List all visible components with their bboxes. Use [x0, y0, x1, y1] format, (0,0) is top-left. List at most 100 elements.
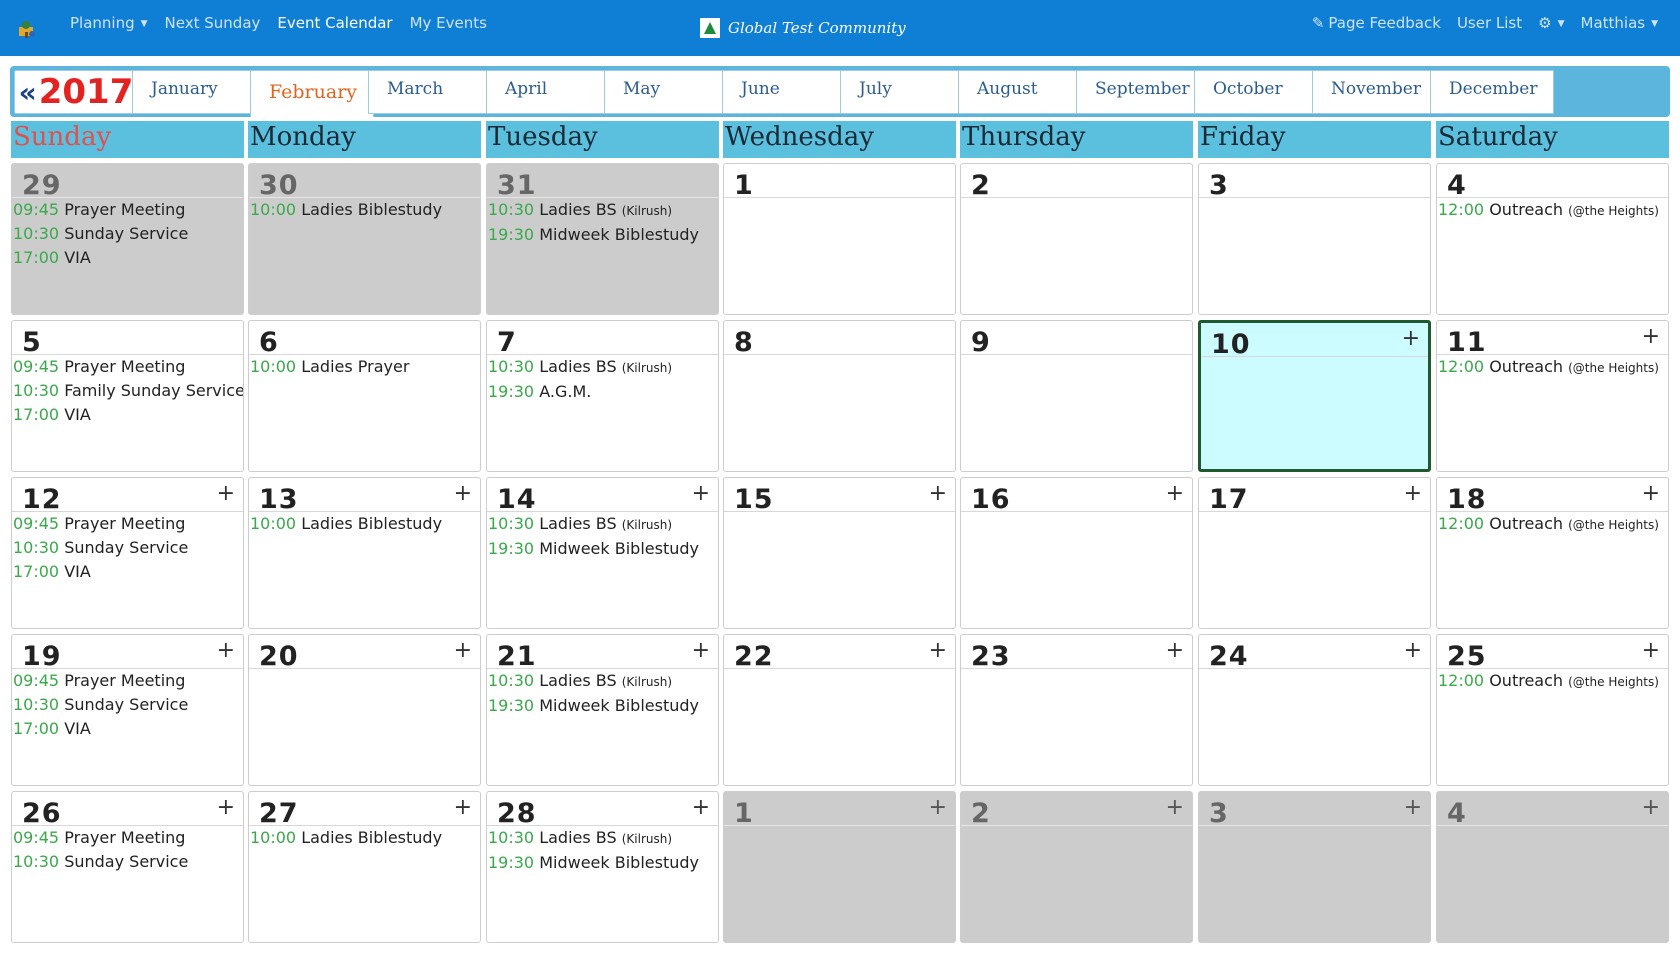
page-feedback-link[interactable]: ✎ Page Feedback	[1312, 14, 1441, 32]
nav-my-events[interactable]: My Events	[410, 14, 487, 32]
calendar-day[interactable]: 9	[960, 320, 1193, 472]
calendar-day[interactable]: 23 +	[960, 634, 1193, 786]
calendar-day[interactable]: 28 +10:30 Ladies BS (Kilrush) 19:30 Midwee…	[486, 791, 719, 943]
calendar-day-today[interactable]: 10 +	[1198, 320, 1431, 472]
calendar-day[interactable]: 18 +12:00 Outreach (@the Heights)	[1436, 477, 1669, 629]
calendar-day[interactable]: 8	[723, 320, 956, 472]
tab-february[interactable]: February	[250, 70, 374, 117]
event-item[interactable]: 12:00 Outreach (@the Heights)	[1438, 198, 1668, 223]
tab-august[interactable]: August	[958, 70, 1082, 114]
calendar-day[interactable]: 14 +10:30 Ladies BS (Kilrush) 19:30 Midwee…	[486, 477, 719, 629]
calendar-day[interactable]: 21 +10:30 Ladies BS (Kilrush) 19:30 Midwee…	[486, 634, 719, 786]
add-event-icon[interactable]: +	[454, 638, 472, 663]
nav-next-sunday[interactable]: Next Sunday	[165, 14, 261, 32]
event-item[interactable]: 09:45 Prayer Meeting	[13, 669, 243, 693]
add-event-icon[interactable]: +	[1404, 795, 1422, 820]
event-item[interactable]: 17:00 VIA	[13, 560, 243, 584]
user-menu[interactable]: Matthias ▼	[1581, 14, 1659, 32]
add-event-icon[interactable]: +	[454, 795, 472, 820]
event-item[interactable]: 10:30 Ladies BS (Kilrush)	[488, 355, 718, 380]
calendar-day[interactable]: 5 09:45 Prayer Meeting 10:30 Family Sunday…	[11, 320, 244, 472]
event-item[interactable]: 10:00 Ladies Biblestudy	[250, 512, 480, 536]
add-event-icon[interactable]: +	[1642, 324, 1660, 349]
calendar-day[interactable]: 3	[1198, 163, 1431, 315]
calendar-day[interactable]: 26 +09:45 Prayer Meeting 10:30 Sunday Serv…	[11, 791, 244, 943]
community-brand[interactable]: Global Test Community	[700, 18, 906, 38]
calendar-day[interactable]: 12 +09:45 Prayer Meeting 10:30 Sunday Serv…	[11, 477, 244, 629]
add-event-icon[interactable]: +	[692, 481, 710, 506]
calendar-day[interactable]: 6 10:00 Ladies Prayer	[248, 320, 481, 472]
add-event-icon[interactable]: +	[1166, 795, 1184, 820]
add-event-icon[interactable]: +	[1166, 638, 1184, 663]
tab-november[interactable]: November	[1312, 70, 1436, 114]
calendar-day[interactable]: 1 +	[723, 791, 956, 943]
tab-july[interactable]: July	[840, 70, 964, 114]
calendar-day[interactable]: 24 +	[1198, 634, 1431, 786]
calendar-day[interactable]: 13 +10:00 Ladies Biblestudy	[248, 477, 481, 629]
calendar-day[interactable]: 30 10:00 Ladies Biblestudy	[248, 163, 481, 315]
event-item[interactable]: 10:30 Sunday Service	[13, 850, 243, 874]
event-item[interactable]: 09:45 Prayer Meeting	[13, 512, 243, 536]
event-item[interactable]: 12:00 Outreach (@the Heights)	[1438, 512, 1668, 537]
event-item[interactable]: 10:00 Ladies Biblestudy	[250, 826, 480, 850]
calendar-day[interactable]: 20 +	[248, 634, 481, 786]
app-logo-icon[interactable]	[16, 18, 38, 40]
event-item[interactable]: 10:30 Sunday Service	[13, 222, 243, 246]
event-item[interactable]: 17:00 VIA	[13, 717, 243, 741]
event-item[interactable]: 10:30 Family Sunday Service	[13, 379, 243, 403]
tab-december[interactable]: December	[1430, 70, 1554, 114]
event-item[interactable]: 10:30 Sunday Service	[13, 536, 243, 560]
add-event-icon[interactable]: +	[1642, 638, 1660, 663]
event-item[interactable]: 10:00 Ladies Biblestudy	[250, 198, 480, 222]
calendar-day[interactable]: 29 09:45 Prayer Meeting 10:30 Sunday Servi…	[11, 163, 244, 315]
add-event-icon[interactable]: +	[217, 795, 235, 820]
calendar-day[interactable]: 16 +	[960, 477, 1193, 629]
event-item[interactable]: 10:30 Ladies BS (Kilrush)	[488, 826, 718, 851]
calendar-day[interactable]: 4 +	[1436, 791, 1669, 943]
tab-march[interactable]: March	[368, 70, 492, 114]
calendar-day[interactable]: 1	[723, 163, 956, 315]
add-event-icon[interactable]: +	[217, 481, 235, 506]
tab-january[interactable]: January	[132, 70, 256, 114]
add-event-icon[interactable]: +	[692, 638, 710, 663]
add-event-icon[interactable]: +	[929, 795, 947, 820]
calendar-day[interactable]: 25 +12:00 Outreach (@the Heights)	[1436, 634, 1669, 786]
tab-may[interactable]: May	[604, 70, 728, 114]
event-item[interactable]: 17:00 VIA	[13, 246, 243, 270]
tab-april[interactable]: April	[486, 70, 610, 114]
add-event-icon[interactable]: +	[217, 638, 235, 663]
event-item[interactable]: 09:45 Prayer Meeting	[13, 826, 243, 850]
event-item[interactable]: 19:30 Midweek Biblestudy	[488, 851, 718, 875]
calendar-day[interactable]: 22 +	[723, 634, 956, 786]
event-item[interactable]: 12:00 Outreach (@the Heights)	[1438, 355, 1668, 380]
add-event-icon[interactable]: +	[1642, 481, 1660, 506]
calendar-day[interactable]: 7 10:30 Ladies BS (Kilrush) 19:30 A.G.M.	[486, 320, 719, 472]
nav-event-calendar[interactable]: Event Calendar	[277, 14, 392, 32]
event-item[interactable]: 19:30 Midweek Biblestudy	[488, 694, 718, 718]
nav-planning[interactable]: Planning ▼	[70, 14, 148, 32]
add-event-icon[interactable]: +	[929, 638, 947, 663]
calendar-day[interactable]: 19 +09:45 Prayer Meeting 10:30 Sunday Serv…	[11, 634, 244, 786]
add-event-icon[interactable]: +	[1404, 638, 1422, 663]
add-event-icon[interactable]: +	[1404, 481, 1422, 506]
event-item[interactable]: 10:30 Ladies BS (Kilrush)	[488, 198, 718, 223]
event-item[interactable]: 09:45 Prayer Meeting	[13, 355, 243, 379]
add-event-icon[interactable]: +	[1166, 481, 1184, 506]
calendar-day[interactable]: 2	[960, 163, 1193, 315]
event-item[interactable]: 10:30 Ladies BS (Kilrush)	[488, 669, 718, 694]
calendar-day[interactable]: 15 +	[723, 477, 956, 629]
tab-june[interactable]: June	[722, 70, 846, 114]
event-item[interactable]: 10:30 Sunday Service	[13, 693, 243, 717]
event-item[interactable]: 17:00 VIA	[13, 403, 243, 427]
calendar-day[interactable]: 27 +10:00 Ladies Biblestudy	[248, 791, 481, 943]
event-item[interactable]: 10:30 Ladies BS (Kilrush)	[488, 512, 718, 537]
event-item[interactable]: 09:45 Prayer Meeting	[13, 198, 243, 222]
calendar-day[interactable]: 17 +	[1198, 477, 1431, 629]
add-event-icon[interactable]: +	[1402, 326, 1420, 351]
event-item[interactable]: 12:00 Outreach (@the Heights)	[1438, 669, 1668, 694]
event-item[interactable]: 19:30 A.G.M.	[488, 380, 718, 404]
user-list-link[interactable]: User List	[1457, 14, 1522, 32]
event-item[interactable]: 10:00 Ladies Prayer	[250, 355, 480, 379]
settings-dropdown[interactable]: ⚙ ▼	[1538, 14, 1564, 32]
calendar-day[interactable]: 2 +	[960, 791, 1193, 943]
